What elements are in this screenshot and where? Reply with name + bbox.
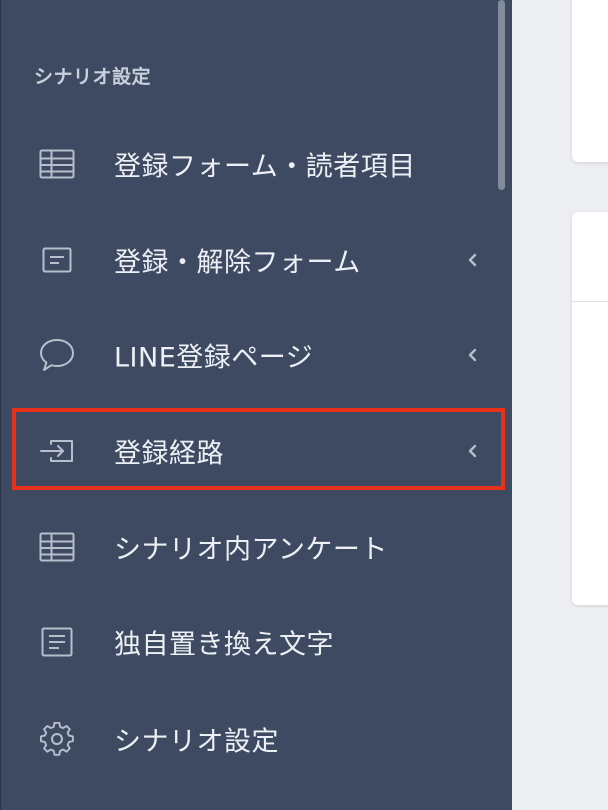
sidebar-item-scenario-settings[interactable]: シナリオ設定 xyxy=(1,700,513,778)
form-icon xyxy=(37,240,77,280)
table-icon xyxy=(37,527,77,567)
chevron-left-icon xyxy=(468,348,477,362)
sidebar-item-label: 登録フォーム・読者項目 xyxy=(114,151,416,183)
content-card xyxy=(572,0,608,162)
entry-arrow-icon xyxy=(37,431,77,471)
sidebar-item-label: シナリオ内アンケート xyxy=(114,534,388,566)
chat-bubble-icon xyxy=(37,335,77,375)
page: シナリオ設定 登録フォーム・読者項目 登録・解除フォーム LINE登録ページ 登… xyxy=(0,0,608,810)
chevron-left-icon xyxy=(468,444,477,458)
sidebar-item-register-unsubscribe-form[interactable]: 登録・解除フォーム xyxy=(1,221,513,299)
sidebar-item-scenario-survey[interactable]: シナリオ内アンケート xyxy=(1,508,513,586)
sidebar-item-label: 登録・解除フォーム xyxy=(114,247,361,279)
sidebar-section-title: シナリオ設定 xyxy=(34,66,152,88)
sidebar-item-label: 登録経路 xyxy=(114,438,224,470)
chevron-left-icon xyxy=(468,253,477,267)
card-divider xyxy=(572,301,608,302)
sidebar-item-registration-form-reader-fields[interactable]: 登録フォーム・読者項目 xyxy=(1,125,513,203)
sidebar-scrollbar[interactable] xyxy=(498,0,505,190)
gear-icon xyxy=(37,719,77,759)
sidebar-item-custom-replacement-text[interactable]: 独自置き換え文字 xyxy=(1,603,513,681)
sidebar-item-line-registration-page[interactable]: LINE登録ページ xyxy=(1,316,513,394)
content-card xyxy=(572,212,608,605)
document-icon xyxy=(37,622,77,662)
sidebar-item-registration-route[interactable]: 登録経路 xyxy=(1,412,513,490)
sidebar-item-label: シナリオ設定 xyxy=(114,726,279,758)
sidebar-item-label: LINE登録ページ xyxy=(114,342,314,374)
sidebar: シナリオ設定 登録フォーム・読者項目 登録・解除フォーム LINE登録ページ 登… xyxy=(0,0,512,810)
table-icon xyxy=(37,144,77,184)
sidebar-item-label: 独自置き換え文字 xyxy=(114,629,334,661)
